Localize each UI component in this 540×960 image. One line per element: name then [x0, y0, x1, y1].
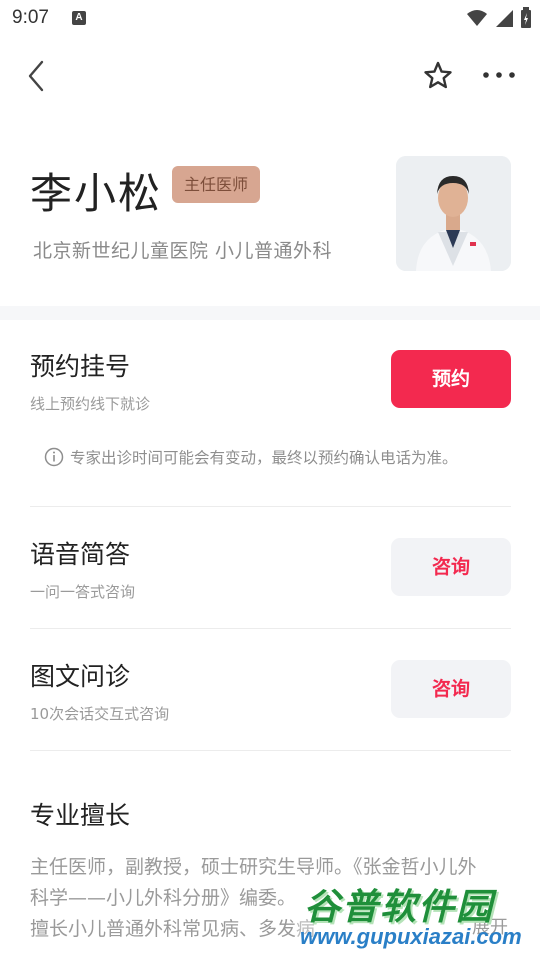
appointment-subtitle: 线上预约线下就诊	[30, 395, 151, 413]
info-icon	[44, 447, 64, 467]
voice-consult-button[interactable]: 咨询	[391, 538, 511, 596]
section-separator	[0, 306, 540, 320]
divider	[30, 506, 511, 507]
text-consult-title: 图文问诊	[30, 662, 131, 691]
divider	[30, 750, 511, 751]
star-icon	[424, 61, 452, 89]
favorite-button[interactable]	[422, 60, 454, 92]
notification-icon: A	[72, 11, 86, 25]
watermark-logo-text: 谷普软件园	[304, 887, 495, 928]
voice-consult-subtitle: 一问一答式咨询	[30, 583, 136, 601]
title-badge: 主任医师	[172, 166, 260, 203]
book-appointment-button[interactable]: 预约	[391, 350, 511, 408]
notice-text: 专家出诊时间可能会有变动，最终以预约确认电话为准。	[70, 449, 458, 467]
text-consult-subtitle: 10次会话交互式咨询	[30, 705, 170, 723]
watermark-url: www.gupuxiazai.com	[300, 924, 522, 949]
voice-consult-title: 语音简答	[30, 540, 131, 569]
status-time: 9:07	[12, 7, 49, 28]
doctor-avatar[interactable]	[396, 156, 511, 271]
divider	[30, 628, 511, 629]
watermark: 谷普软件园 www.gupuxiazai.com	[296, 876, 540, 960]
status-icons	[466, 7, 532, 29]
hospital-department: 北京新世纪儿童医院 小儿普通外科	[33, 240, 333, 262]
doctor-photo	[396, 156, 511, 271]
battery-icon	[521, 7, 531, 28]
back-button[interactable]	[22, 58, 52, 94]
signal-icon	[496, 10, 513, 27]
wifi-icon	[467, 10, 487, 26]
status-bar: 9:07 A	[0, 0, 540, 38]
specialty-title: 专业擅长	[30, 801, 131, 830]
text-consult-button[interactable]: 咨询	[391, 660, 511, 718]
more-icon	[483, 72, 515, 78]
schedule-notice: 专家出诊时间可能会有变动，最终以预约确认电话为准。	[44, 446, 458, 468]
more-button[interactable]	[482, 62, 516, 88]
appointment-title: 预约挂号	[30, 352, 131, 381]
chevron-left-icon	[28, 60, 44, 92]
doctor-name: 李小松	[30, 169, 163, 218]
